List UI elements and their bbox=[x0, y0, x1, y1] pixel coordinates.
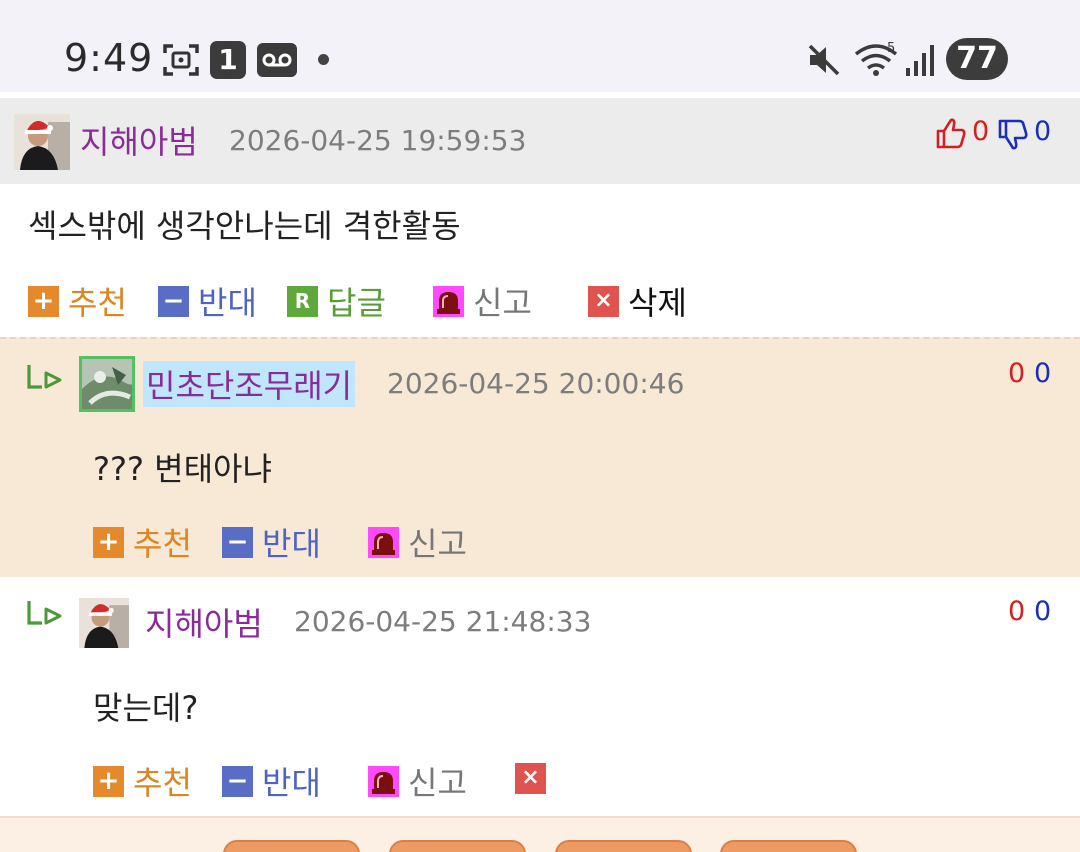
report-button[interactable]: 신고 bbox=[368, 758, 467, 804]
comment-header: 지해아범 2026-04-25 19:59:53 0 0 bbox=[0, 98, 1080, 184]
notification-count-icon: 1 bbox=[210, 41, 246, 79]
comment-author[interactable]: 지해아범 bbox=[80, 117, 198, 163]
delete-label: 삭제 bbox=[628, 284, 687, 322]
report-label: 신고 bbox=[408, 525, 467, 563]
reply-label: 답글 bbox=[327, 284, 386, 322]
downvote-count: 0 bbox=[1034, 358, 1052, 389]
recommend-button[interactable]: + 추천 bbox=[93, 519, 192, 565]
comment-date: 2026-04-25 20:00:46 bbox=[387, 367, 685, 400]
status-bar: 9:49 1 5 77 bbox=[0, 0, 1080, 92]
report-button[interactable]: 신고 bbox=[368, 519, 467, 565]
reply-icon: R bbox=[287, 285, 318, 317]
avatar-image bbox=[82, 359, 132, 409]
recommend-label: 추천 bbox=[68, 284, 127, 322]
delete-button[interactable]: × bbox=[515, 763, 555, 794]
report-label: 신고 bbox=[473, 284, 532, 322]
avatar-image bbox=[79, 598, 129, 648]
thumbs-down-icon[interactable] bbox=[998, 119, 1028, 151]
footer-button-1[interactable] bbox=[223, 840, 360, 852]
reply-comment: 지해아범 2026-04-25 21:48:33 0 0 맞는데? + 추천 −… bbox=[0, 577, 1080, 817]
avatar-image bbox=[14, 114, 70, 170]
comment-date: 2026-04-25 19:59:53 bbox=[229, 124, 527, 157]
recommend-button[interactable]: + 추천 bbox=[93, 758, 192, 804]
close-icon: × bbox=[515, 763, 546, 794]
comment-text: ??? 변태아냐 bbox=[93, 450, 272, 488]
reply-arrow-icon bbox=[27, 365, 62, 389]
avatar[interactable] bbox=[79, 356, 135, 412]
thumbs-up-icon[interactable] bbox=[936, 117, 966, 149]
oppose-button[interactable]: − 반대 bbox=[222, 758, 321, 804]
comment-text: 섹스밖에 생각안나는데 격한활동 bbox=[28, 207, 461, 245]
comment-author[interactable]: 민초단조무래기 bbox=[143, 361, 356, 407]
close-icon: × bbox=[588, 285, 619, 317]
svg-text:5: 5 bbox=[887, 41, 895, 56]
siren-icon bbox=[368, 765, 399, 797]
upvote-count: 0 bbox=[1008, 358, 1026, 389]
minus-icon: − bbox=[222, 765, 253, 797]
comment-text: 맞는데? bbox=[93, 689, 199, 727]
footer-button-2[interactable] bbox=[389, 840, 526, 852]
siren-icon bbox=[368, 526, 399, 558]
dot-icon bbox=[318, 54, 329, 65]
avatar[interactable] bbox=[14, 114, 70, 170]
oppose-button[interactable]: − 반대 bbox=[158, 278, 257, 324]
plus-icon: + bbox=[28, 285, 59, 317]
plus-icon: + bbox=[93, 765, 124, 797]
wifi-icon: 5 bbox=[854, 41, 898, 76]
battery-indicator: 77 bbox=[946, 38, 1008, 80]
oppose-label: 반대 bbox=[198, 284, 257, 322]
screenshot-icon bbox=[163, 44, 199, 76]
minus-icon: − bbox=[222, 526, 253, 558]
downvote-count: 0 bbox=[1034, 116, 1052, 147]
report-label: 신고 bbox=[408, 764, 467, 802]
upvote-count: 0 bbox=[972, 116, 990, 147]
footer-button-3[interactable] bbox=[555, 840, 692, 852]
oppose-label: 반대 bbox=[262, 525, 321, 563]
report-button[interactable]: 신고 bbox=[433, 278, 532, 324]
comment-author[interactable]: 지해아범 bbox=[145, 599, 263, 645]
avatar[interactable] bbox=[79, 595, 129, 651]
signal-icon bbox=[906, 45, 934, 76]
upvote-count: 0 bbox=[1008, 596, 1026, 627]
oppose-label: 반대 bbox=[262, 764, 321, 802]
siren-icon bbox=[433, 285, 464, 317]
status-time: 9:49 bbox=[64, 36, 154, 80]
reply-button[interactable]: R 답글 bbox=[287, 278, 386, 324]
recommend-label: 추천 bbox=[133, 525, 192, 563]
comment-footer bbox=[0, 816, 1080, 852]
voicemail-icon bbox=[257, 43, 297, 77]
mute-icon bbox=[808, 44, 840, 76]
delete-button[interactable]: × 삭제 bbox=[588, 278, 687, 324]
recommend-label: 추천 bbox=[133, 764, 192, 802]
reply-arrow-icon bbox=[27, 601, 62, 625]
reply-comment: 민초단조무래기 2026-04-25 20:00:46 0 0 ??? 변태아냐… bbox=[0, 337, 1080, 577]
comment-body: 섹스밖에 생각안나는데 격한활동 + 추천 − 반대 R 답글 신고 × 삭제 bbox=[0, 184, 1080, 337]
minus-icon: − bbox=[158, 285, 189, 317]
footer-button-4[interactable] bbox=[720, 840, 857, 852]
downvote-count: 0 bbox=[1034, 596, 1052, 627]
comment-date: 2026-04-25 21:48:33 bbox=[294, 605, 592, 638]
recommend-button[interactable]: + 추천 bbox=[28, 278, 127, 324]
oppose-button[interactable]: − 반대 bbox=[222, 519, 321, 565]
plus-icon: + bbox=[93, 526, 124, 558]
